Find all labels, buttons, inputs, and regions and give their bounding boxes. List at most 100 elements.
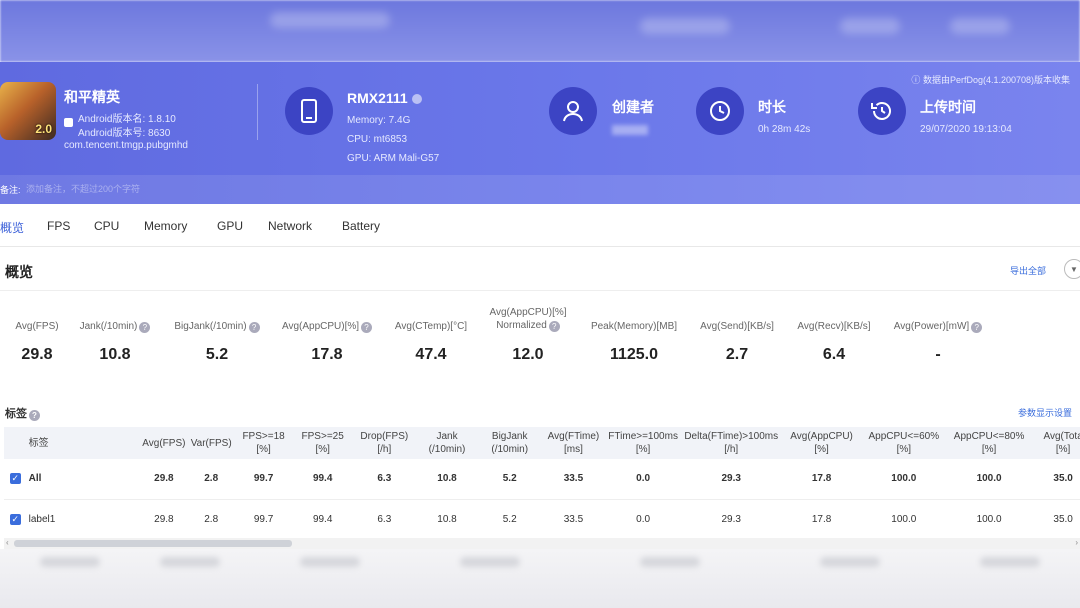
table-cell: 5.2: [477, 459, 542, 500]
table-cell: 29.3: [680, 459, 782, 500]
metric-value: 5.2: [205, 346, 229, 363]
scrollbar-thumb[interactable]: [14, 540, 292, 547]
table-cell: All: [26, 459, 140, 500]
metric-value: 17.8: [311, 346, 343, 363]
column-header[interactable]: Jank (/10min): [416, 427, 478, 459]
column-header[interactable]: Var(FPS): [188, 427, 235, 459]
column-header[interactable]: Avg(FPS): [139, 427, 189, 459]
device-gpu: GPU: ARM Mali-G57: [347, 153, 440, 164]
blurred-bottom-area: [0, 549, 1080, 608]
metric-value: 12.0: [512, 346, 544, 363]
divider: [257, 84, 258, 140]
checkbox-column-header: [4, 427, 27, 459]
export-all-link[interactable]: 导出全部: [1010, 264, 1046, 277]
table-cell: 99.4: [292, 499, 353, 540]
checkbox-cell: ✓: [4, 459, 27, 500]
column-header[interactable]: Avg(Tota [%]: [1032, 427, 1080, 459]
device-model: RMX2111: [347, 90, 422, 106]
tags-table: 标签 Avg(FPS) Var(FPS) FPS>=18 [%] FPS>=25 [%] Dr…: [4, 427, 1080, 540]
help-icon[interactable]: ?: [971, 322, 983, 333]
source-note: ⓘ 数据由PerfDog(4.1.200708)版本收集: [911, 75, 1070, 85]
table-cell: 2.8: [188, 459, 235, 500]
metric-label: BigJank(/10min)?: [157, 320, 277, 333]
table-cell: 100.0: [861, 459, 946, 500]
help-icon[interactable]: ?: [139, 322, 151, 333]
metric-2: BigJank(/10min)? 5.2: [157, 320, 277, 390]
help-icon[interactable]: ?: [248, 322, 260, 333]
column-header[interactable]: BigJank (/10min): [477, 427, 542, 459]
tab-memory[interactable]: Memory: [144, 219, 187, 233]
divider: [0, 290, 1080, 291]
table-cell: 99.7: [234, 499, 293, 540]
column-header[interactable]: 标签: [26, 427, 140, 459]
metric-3: Avg(AppCPU)[%]? 17.8: [267, 320, 387, 390]
table-cell: 29.8: [139, 459, 189, 500]
tab-overview[interactable]: 概览: [0, 219, 24, 236]
table-cell: 6.3: [352, 499, 417, 540]
row-checkbox[interactable]: ✓: [9, 473, 21, 485]
device-memory: Memory: 7.4G: [347, 115, 411, 126]
table-row[interactable]: ✓ label1 29.8 2.8 99.7 99.4 6.3 10.8 5.2 33.5 0.0 2…: [4, 499, 1080, 540]
table-cell: 33.5: [541, 459, 606, 500]
table-row[interactable]: ✓ All 29.8 2.8 99.7 99.4 6.3 10.8 5.2 33.5 0.0 29.3…: [4, 459, 1080, 500]
app-info-header: 2.0 和平精英 Android版本名: 1.8.10 Android版本号: …: [0, 62, 1080, 204]
table-cell: 0.0: [605, 459, 681, 500]
table-cell: 5.2: [477, 499, 542, 540]
table-cell: 17.8: [781, 499, 862, 540]
table-cell: 17.8: [781, 459, 862, 500]
table-cell: 29.3: [680, 499, 782, 540]
help-icon[interactable]: ?: [29, 410, 40, 421]
device-cpu: CPU: mt6853: [347, 134, 408, 145]
metric-label: Avg(AppCPU)[%]?: [267, 320, 387, 333]
row-checkbox[interactable]: ✓: [9, 513, 21, 525]
column-header[interactable]: AppCPU<=80% [%]: [945, 427, 1033, 459]
tab-fps[interactable]: FPS: [47, 219, 70, 233]
tab-cpu[interactable]: CPU: [94, 219, 119, 233]
param-settings-link[interactable]: 参数显示设置: [1018, 406, 1072, 419]
game-icon: 2.0: [0, 82, 56, 140]
table-cell: 35.0: [1032, 499, 1080, 540]
table-cell: 10.8: [416, 459, 478, 500]
column-header[interactable]: Avg(FTime) [ms]: [541, 427, 606, 459]
table-cell: 6.3: [352, 459, 417, 500]
tab-battery[interactable]: Battery: [342, 219, 380, 233]
tab-gpu[interactable]: GPU: [217, 219, 243, 233]
table-cell: 99.4: [292, 459, 353, 500]
blurred-top-bar: [0, 0, 1080, 62]
chevron-down-icon[interactable]: ▼: [1064, 259, 1080, 279]
duration-value: 0h 28m 42s: [758, 124, 811, 135]
info-icon[interactable]: [411, 94, 422, 105]
scroll-left-icon[interactable]: ‹: [6, 538, 9, 547]
column-header[interactable]: Delta(FTime)>100ms [/h]: [680, 427, 782, 459]
creator-name-redacted: [612, 125, 648, 135]
column-header[interactable]: FTime>=100ms [%]: [605, 427, 681, 459]
metric-label: Avg(Recv)[KB/s]: [797, 321, 871, 332]
game-name: 和平精英: [64, 89, 120, 105]
column-header[interactable]: FPS>=25 [%]: [292, 427, 353, 459]
android-version-name: Android版本名: 1.8.10: [78, 114, 176, 125]
column-header[interactable]: AppCPU<=60% [%]: [861, 427, 946, 459]
scroll-right-icon[interactable]: ›: [1075, 538, 1078, 547]
tab-network[interactable]: Network: [268, 219, 312, 233]
remark-input[interactable]: 添加备注，不超过200个字符: [26, 182, 140, 195]
metric-value: 6.4: [822, 346, 846, 363]
creator-label: 创建者: [612, 99, 654, 115]
table-cell: 35.0: [1032, 459, 1080, 500]
table-cell: 0.0: [605, 499, 681, 540]
table-cell: 10.8: [416, 499, 478, 540]
tags-title: 标签?: [5, 405, 40, 421]
table-header-row: 标签 Avg(FPS) Var(FPS) FPS>=18 [%] FPS>=25 [%] Dr…: [4, 427, 1080, 459]
help-icon[interactable]: ?: [548, 321, 560, 332]
column-header[interactable]: FPS>=18 [%]: [234, 427, 293, 459]
upload-time-label: 上传时间: [920, 99, 976, 115]
android-version-code: Android版本号: 8630: [78, 128, 171, 139]
metric-label: Avg(Power)[mW]?: [878, 320, 998, 333]
duration-label: 时长: [758, 99, 786, 115]
table-cell: 29.8: [139, 499, 189, 540]
column-header[interactable]: Avg(AppCPU) [%]: [781, 427, 862, 459]
table-cell: 100.0: [861, 499, 946, 540]
metric-6: Peak(Memory)[MB] 1125.0: [574, 320, 694, 390]
upload-time-value: 29/07/2020 19:13:04: [920, 124, 1012, 135]
horizontal-scrollbar[interactable]: ‹ ›: [4, 538, 1080, 549]
column-header[interactable]: Drop(FPS) [/h]: [352, 427, 417, 459]
